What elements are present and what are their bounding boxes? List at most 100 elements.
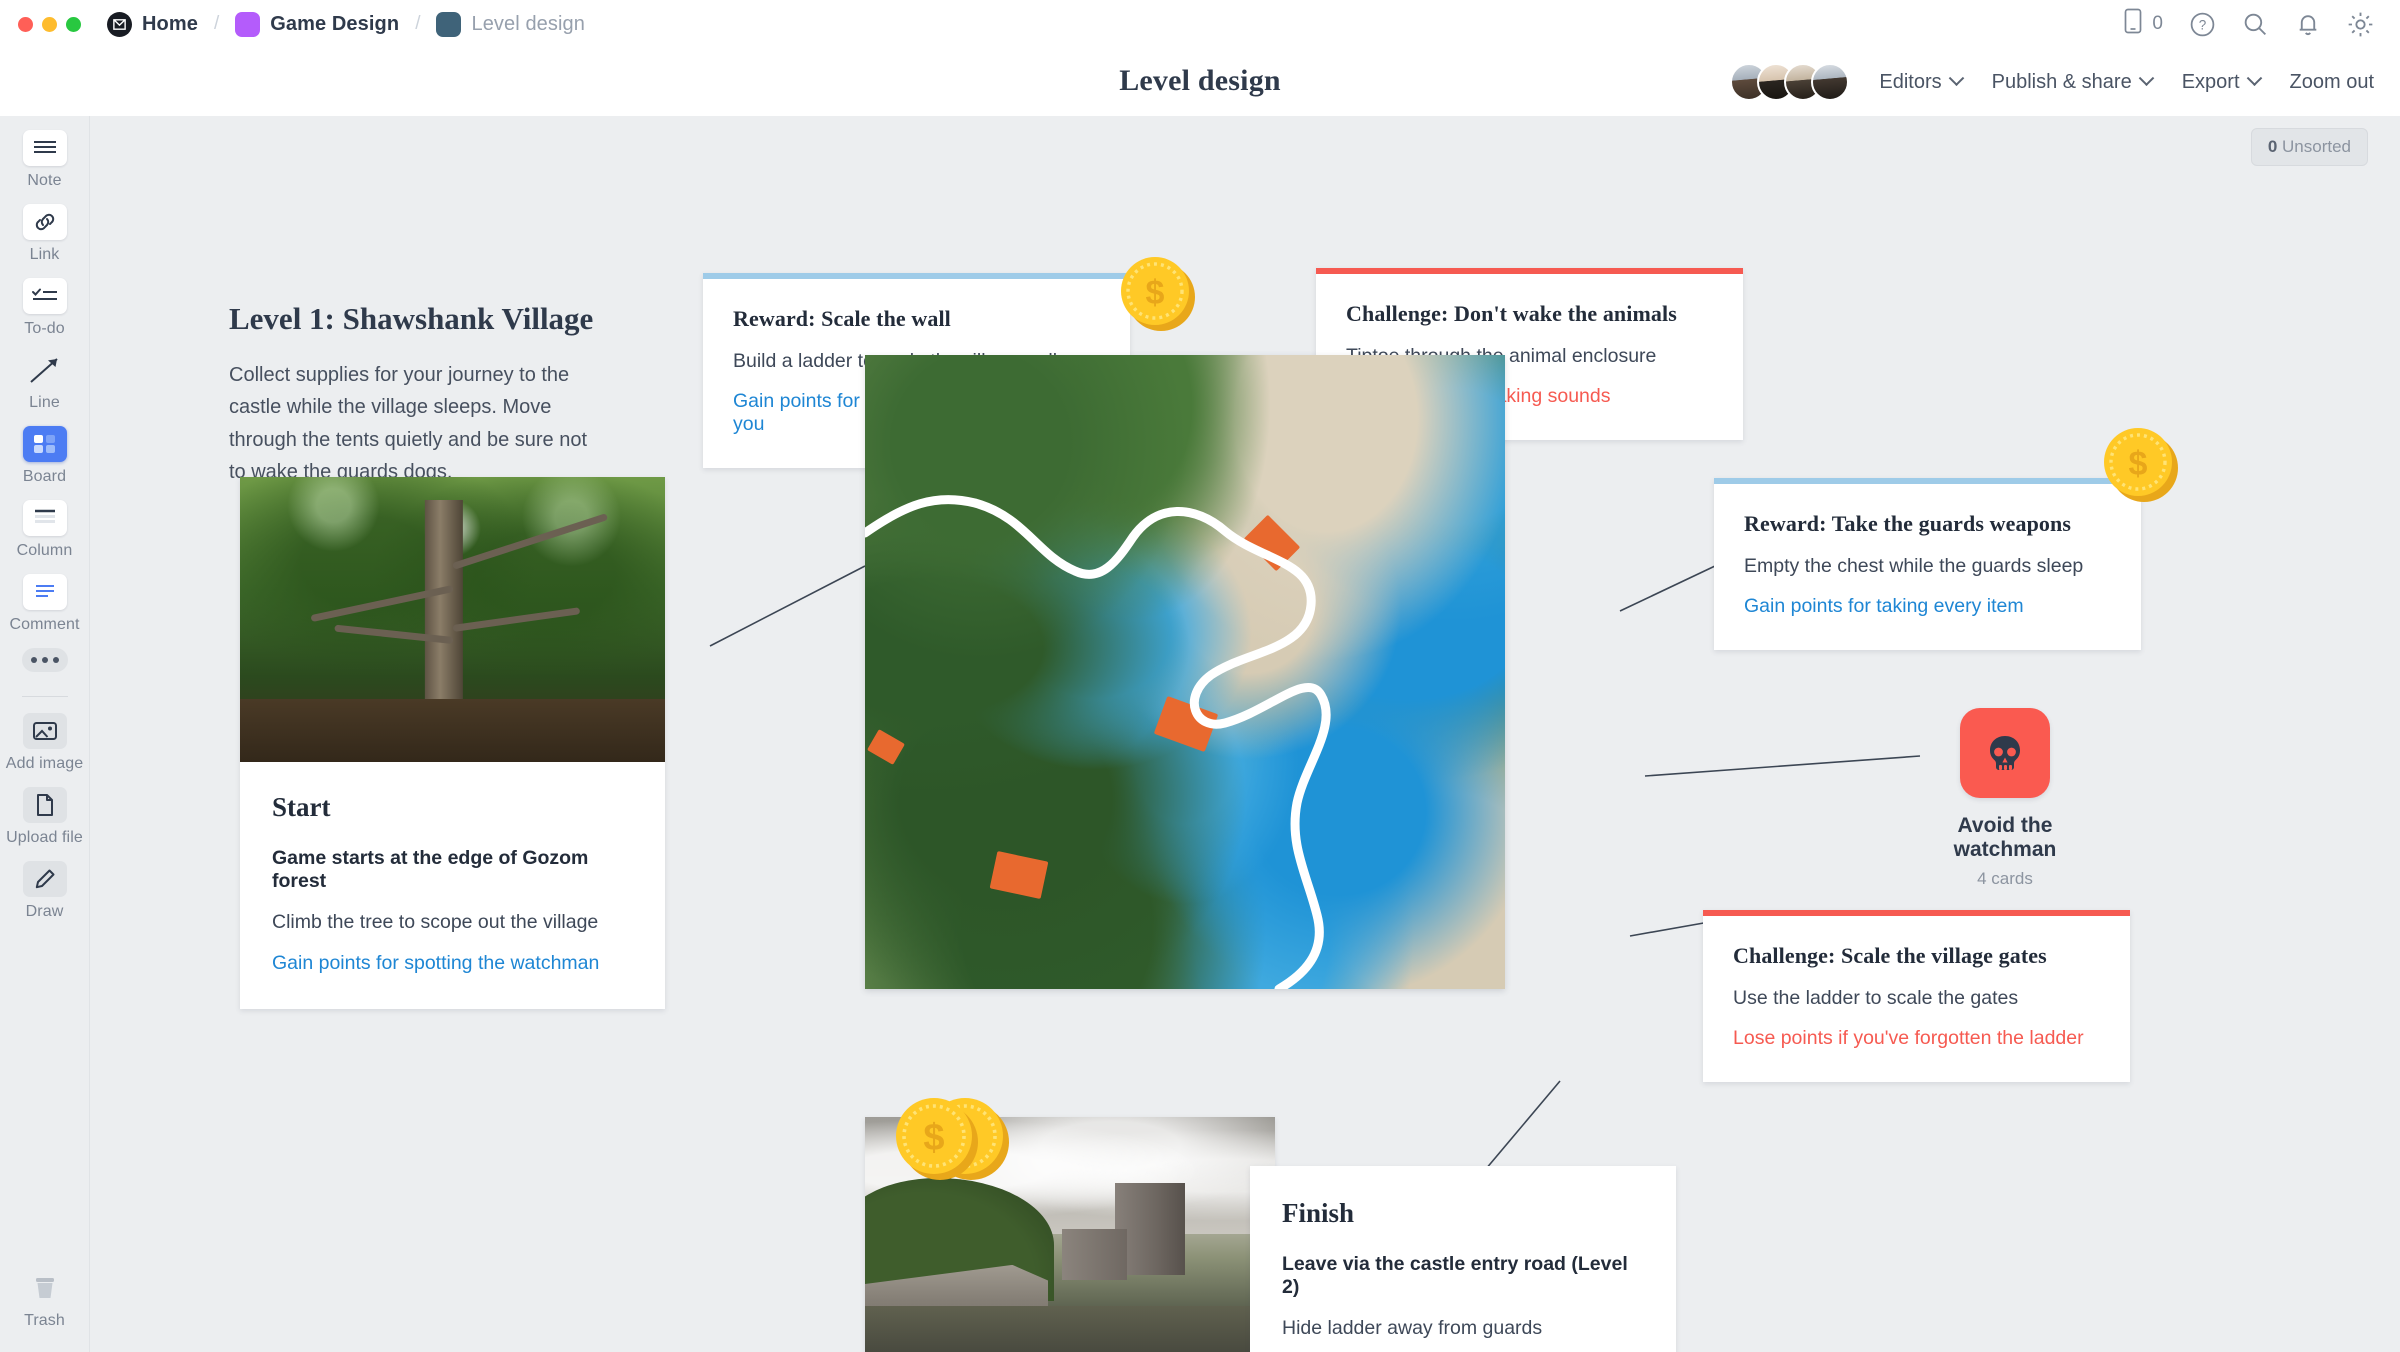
start-card-title: Start: [272, 792, 331, 822]
minimize-window-button[interactable]: [42, 16, 57, 32]
unsorted-badge[interactable]: 0 Unsorted: [2250, 128, 2368, 166]
maximize-window-button[interactable]: [66, 16, 81, 32]
level-note-title: Level 1: Shawshank Village: [229, 301, 594, 336]
zoom-out-label: Zoom out: [2289, 70, 2374, 93]
branch: [451, 512, 608, 570]
app-window: Home / Game Design / Level design 0 ? Le…: [0, 0, 2400, 1352]
sidebar-tool-link[interactable]: Link: [0, 204, 90, 264]
breadcrumb-item-level-design[interactable]: Level design: [436, 11, 585, 37]
start-card-headline: Game starts at the edge of Gozom forest: [272, 847, 589, 892]
card-title: Reward: Take the guards weapons: [1744, 511, 2072, 536]
editor-avatars[interactable]: [1730, 63, 1850, 101]
card-reward-guards-weapons[interactable]: Reward: Take the guards weapons Empty th…: [1714, 428, 2178, 650]
sidebar-more-options[interactable]: [0, 648, 90, 672]
breadcrumb: Home / Game Design / Level design: [81, 11, 585, 37]
draw-pencil-icon: [22, 861, 67, 897]
sidebar-tool-label: Draw: [25, 903, 64, 920]
card-title: Challenge: Scale the village gates: [1733, 943, 2047, 968]
more-horizontal-icon: [21, 648, 68, 672]
level-note[interactable]: Level 1: Shawshank Village Collect suppl…: [229, 301, 599, 489]
card-subtitle: Empty the chest while the guards sleep: [1744, 555, 2084, 577]
board-tile-title: Avoid the watchman: [1953, 814, 2057, 861]
publish-share-menu[interactable]: Publish & share: [1992, 69, 2154, 94]
upload-file-icon: [22, 787, 67, 823]
svg-text:$: $: [1146, 274, 1165, 312]
top-bar: Home / Game Design / Level design 0 ?: [0, 0, 2400, 48]
help-icon[interactable]: ?: [2189, 11, 2216, 38]
castle-outbuilding: [1061, 1229, 1128, 1281]
chevron-down-icon: [2246, 69, 2262, 86]
document-actions: Editors Publish & share Export Zoom out: [1730, 63, 2374, 101]
aerial-village-map[interactable]: [865, 355, 1505, 989]
export-menu[interactable]: Export: [2181, 69, 2262, 94]
settings-gear-icon[interactable]: [2347, 11, 2374, 38]
search-icon[interactable]: [2242, 11, 2269, 38]
card-start[interactable]: Start Game starts at the edge of Gozom f…: [240, 477, 665, 1009]
sidebar-tool-todo[interactable]: To-do: [0, 278, 90, 338]
breadcrumb-item-game-design[interactable]: Game Design: [235, 11, 399, 37]
card-challenge-village-gates[interactable]: Challenge: Scale the village gates Use t…: [1703, 910, 2130, 1082]
sidebar-tool-note[interactable]: Note: [0, 130, 90, 190]
sidebar-tool-label: Board: [22, 468, 67, 485]
sidebar-tool-column[interactable]: Column: [0, 500, 90, 560]
sidebar-trash[interactable]: Trash: [0, 1270, 90, 1330]
export-label: Export: [2181, 70, 2240, 93]
unsorted-count: 0: [2267, 137, 2278, 156]
window-traffic-lights: [0, 16, 81, 32]
sidebar-tool-line[interactable]: Line: [0, 352, 90, 412]
steel-board-swatch: [436, 11, 462, 37]
svg-text:$: $: [923, 1117, 944, 1159]
sidebar-tool-upload-file[interactable]: Upload file: [0, 787, 90, 847]
purple-board-swatch: [235, 11, 261, 37]
todo-icon: [22, 278, 67, 314]
sidebar-tool-add-image[interactable]: Add image: [0, 713, 90, 773]
board-canvas[interactable]: 0 Unsorted Level 1: Shawshank Village Co…: [90, 116, 2400, 1352]
forest-tree-photo: [240, 477, 665, 762]
notifications-icon[interactable]: [2295, 11, 2321, 38]
map-route-path: [865, 495, 1331, 989]
svg-text:?: ?: [2199, 17, 2207, 32]
board-tile-avoid-watchman[interactable]: Avoid the watchman 4 cards: [1920, 708, 2090, 889]
close-window-button[interactable]: [18, 16, 33, 32]
top-bar-actions: 0 ?: [2123, 8, 2400, 40]
mobile-devices-button[interactable]: 0: [2123, 8, 2163, 40]
sidebar-tool-comment[interactable]: Comment: [0, 574, 90, 634]
finish-card-title: Finish: [1282, 1198, 1355, 1228]
line-arrow-icon: [23, 352, 67, 388]
mobile-count: 0: [2152, 13, 2163, 34]
card-link[interactable]: Lose points if you've forgotten the ladd…: [1733, 1027, 2100, 1050]
editors-menu[interactable]: Editors: [1879, 69, 1964, 94]
trash-icon: [23, 1270, 67, 1306]
chevron-down-icon: [2138, 69, 2154, 86]
finish-card-headline: Leave via the castle entry road (Level 2…: [1282, 1253, 1628, 1298]
svg-text:$: $: [2129, 445, 2148, 483]
sidebar-tool-draw[interactable]: Draw: [0, 861, 90, 921]
dot: [52, 657, 59, 663]
loch-water: [865, 1305, 1275, 1352]
branch: [452, 607, 580, 633]
card-finish[interactable]: Finish Leave via the castle entry road (…: [1250, 1166, 1676, 1352]
sidebar-divider: [21, 696, 68, 697]
milanote-logo-icon: [107, 11, 132, 37]
breadcrumb-item-home[interactable]: Home: [107, 11, 198, 37]
zoom-out-button[interactable]: Zoom out: [2290, 71, 2374, 94]
sidebar-tool-label: Column: [16, 542, 73, 559]
avatar[interactable]: [1811, 63, 1850, 101]
link-icon: [22, 204, 67, 240]
sidebar-tool-label: To-do: [24, 320, 65, 337]
castle-bridge-photo[interactable]: $ $: [865, 1098, 1275, 1352]
dot: [30, 657, 37, 663]
sidebar-tool-label: Link: [29, 246, 60, 263]
single-coin-icon: $: [2096, 422, 2184, 515]
start-card-link[interactable]: Gain points for spotting the watchman: [272, 952, 633, 975]
mobile-icon: [2123, 8, 2143, 40]
card-subtitle: Use the ladder to scale the gates: [1733, 987, 2019, 1009]
card-link[interactable]: Gain points for taking every item: [1744, 595, 2111, 618]
breadcrumb-label-home: Home: [142, 12, 198, 35]
sidebar-tool-label: Line: [29, 394, 60, 411]
breadcrumb-separator-2: /: [415, 13, 421, 34]
sidebar-tool-board[interactable]: Board: [0, 426, 90, 486]
chevron-down-icon: [1948, 69, 1964, 86]
sidebar-tool-label: Comment: [9, 616, 80, 633]
sidebar-tool-label: Trash: [24, 1312, 65, 1329]
